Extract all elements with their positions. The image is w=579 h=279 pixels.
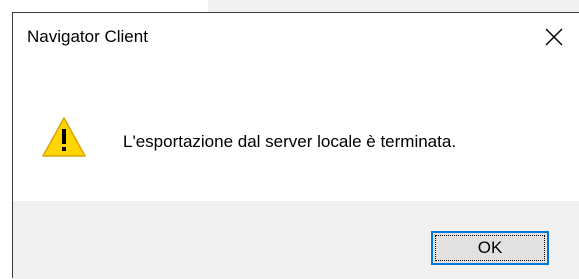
- warning-icon: [42, 117, 86, 157]
- message-dialog: Navigator Client L'esportazione dal serv…: [12, 12, 579, 279]
- dialog-content: L'esportazione dal server locale è termi…: [13, 63, 579, 201]
- dialog-message: L'esportazione dal server locale è termi…: [123, 132, 457, 151]
- ok-button[interactable]: OK: [431, 231, 549, 265]
- title-bar[interactable]: Navigator Client: [13, 13, 579, 63]
- dialog-title: Navigator Client: [27, 27, 148, 46]
- close-button[interactable]: [529, 13, 579, 61]
- close-icon: [545, 28, 563, 46]
- dialog-footer: OK: [13, 201, 579, 279]
- ok-button-label: OK: [477, 238, 503, 257]
